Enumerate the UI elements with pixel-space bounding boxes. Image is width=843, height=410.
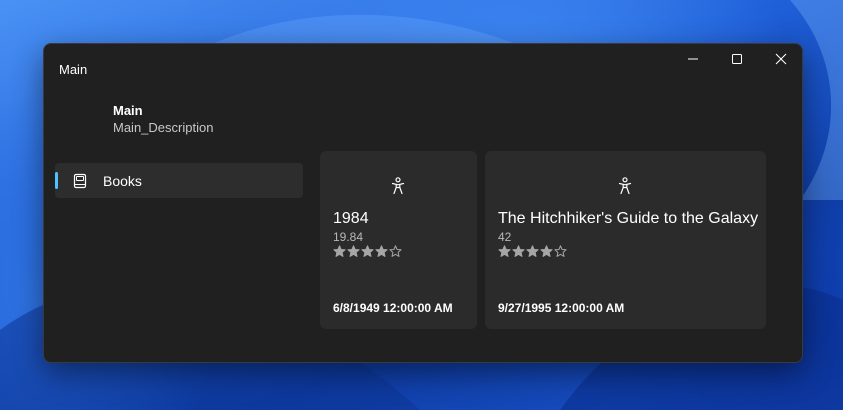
title-bar[interactable]: Main: [44, 44, 802, 88]
book-value: 42: [498, 230, 512, 244]
star-filled-icon[interactable]: [512, 245, 525, 258]
close-icon: [775, 53, 786, 65]
maximize-icon: [731, 54, 742, 64]
star-filled-icon[interactable]: [333, 245, 346, 258]
nav-item-label: Books: [103, 173, 142, 189]
selection-indicator: [55, 172, 58, 189]
star-filled-icon[interactable]: [361, 245, 374, 258]
book-card[interactable]: 1984 19.84 6/8/1949 12:00:00 AM: [320, 151, 477, 329]
page-description: Main_Description: [113, 120, 214, 135]
page-title: Main: [113, 103, 143, 118]
rating-stars[interactable]: [333, 245, 402, 259]
book-title: The Hitchhiker's Guide to the Galaxy: [498, 210, 759, 227]
star-empty-icon[interactable]: [554, 245, 567, 258]
star-filled-icon[interactable]: [347, 245, 360, 258]
app-window: Main Main Main_Description Books 1984 19…: [43, 43, 803, 363]
nav-item-books[interactable]: Books: [55, 163, 303, 198]
maximize-button[interactable]: [714, 44, 759, 74]
star-filled-icon[interactable]: [375, 245, 388, 258]
star-empty-icon[interactable]: [389, 245, 402, 258]
star-filled-icon[interactable]: [540, 245, 553, 258]
page-header: Main Main_Description: [113, 103, 213, 137]
rating-stars[interactable]: [498, 245, 567, 259]
book-card[interactable]: The Hitchhiker's Guide to the Galaxy 42 …: [485, 151, 766, 329]
star-filled-icon[interactable]: [526, 245, 539, 258]
star-filled-icon[interactable]: [498, 245, 511, 258]
accessibility-icon: [391, 177, 405, 195]
minimize-button[interactable]: [670, 44, 715, 74]
book-title: 1984: [333, 210, 369, 227]
book-date: 9/27/1995 12:00:00 AM: [498, 301, 625, 315]
book-icon: [73, 173, 87, 189]
book-value: 19.84: [333, 230, 364, 244]
window-title: Main: [59, 62, 88, 77]
minimize-icon: [687, 58, 698, 60]
book-date: 6/8/1949 12:00:00 AM: [333, 301, 453, 315]
accessibility-icon: [618, 177, 632, 195]
close-button[interactable]: [758, 44, 802, 74]
